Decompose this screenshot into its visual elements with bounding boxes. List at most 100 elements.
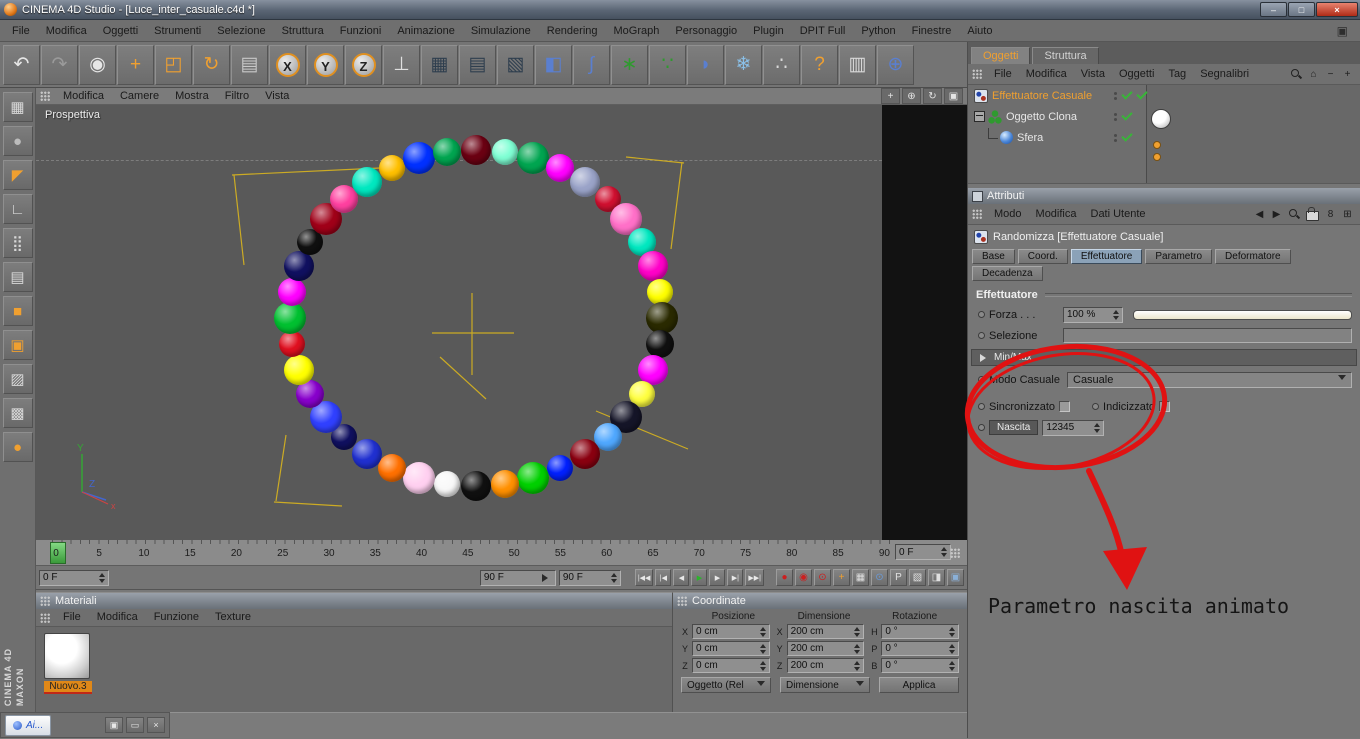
content-browser-icon[interactable]: ▥ [839, 44, 876, 85]
play-button[interactable]: ▶ [691, 569, 708, 586]
clone-sphere[interactable] [646, 302, 678, 334]
enabled-check-icon[interactable] [1121, 130, 1133, 142]
clone-sphere[interactable] [402, 461, 435, 494]
collapse-toggle-icon[interactable] [974, 111, 985, 122]
menu-item[interactable]: Animazione [389, 20, 462, 42]
materials-menu-item[interactable]: Modifica [89, 609, 146, 626]
attribute-tab[interactable]: Effettuatore [1070, 249, 1143, 264]
clone-sphere[interactable] [274, 302, 306, 334]
lock-z-axis-icon[interactable]: Z [345, 44, 382, 85]
timeline-ruler[interactable]: 0 5 10 15 20 25 30 35 40 45 50 55 60 65 70 75 80 85 90 0 F [36, 540, 967, 566]
lock-x-axis-icon[interactable]: X [269, 44, 306, 85]
apply-button[interactable]: Applica [879, 677, 959, 693]
object-manager-menu-item[interactable]: Oggetti [1112, 64, 1161, 84]
undo-icon[interactable]: ↶ [3, 44, 40, 85]
goto-start-button[interactable]: |◀◀ [634, 569, 654, 586]
clone-sphere[interactable] [517, 461, 550, 494]
record-keyframe-button[interactable]: ● [776, 569, 793, 586]
menu-item[interactable]: Plugin [745, 20, 792, 42]
attributes-menu-item[interactable]: Dati Utente [1084, 204, 1153, 224]
minmax-group[interactable]: Min/Max [971, 349, 1357, 366]
deformer-icon[interactable]: ◗ [687, 44, 724, 85]
record-position-button[interactable]: ◉ [795, 569, 812, 586]
viewport[interactable]: Prospettiva Y Z x [36, 105, 967, 540]
last-tool-icon[interactable]: ▤ [231, 44, 268, 85]
coordinates-header[interactable]: Coordinate [673, 593, 967, 609]
layout-grid-icon[interactable]: ▦ [2, 92, 33, 122]
attribute-tab[interactable]: Base [972, 249, 1015, 264]
texture-mode-icon[interactable]: ▨ [2, 364, 33, 394]
home-icon[interactable]: ⌂ [1308, 69, 1319, 80]
timeline-tick-label[interactable]: 25 [277, 548, 288, 559]
materials-header[interactable]: Materiali [36, 593, 672, 609]
menu-item[interactable]: Strumenti [146, 20, 209, 42]
timeline-tick-label[interactable]: 90 [879, 548, 890, 559]
material-tag-icon[interactable] [1151, 109, 1171, 129]
minimize-window-icon[interactable]: ▭ [126, 717, 144, 733]
spinner-arrows-icon[interactable] [941, 547, 947, 557]
lock-y-axis-icon[interactable]: Y [307, 44, 344, 85]
attribute-tab[interactable]: Deformatore [1215, 249, 1291, 264]
record-rotation-button[interactable]: ⊙ [814, 569, 831, 586]
animation-dot-icon[interactable] [978, 403, 985, 410]
clone-sphere[interactable] [284, 354, 315, 385]
help-icon[interactable]: ? [801, 44, 838, 85]
viewport-menu-item[interactable]: Camere [112, 88, 167, 105]
viewport-menu-item[interactable]: Modifica [55, 88, 112, 105]
tag-dot-icon[interactable] [1153, 153, 1161, 161]
spinner-arrows-icon[interactable] [99, 572, 105, 583]
render-marker-button[interactable]: ▧ [909, 569, 926, 586]
pan-view-icon[interactable]: + [881, 88, 900, 104]
attribute-tab[interactable]: Parametro [1145, 249, 1213, 264]
object-manager-menu-item[interactable]: File [987, 64, 1019, 84]
move-tool-icon[interactable]: + [117, 44, 154, 85]
autokey-button[interactable]: + [833, 569, 850, 586]
object-manager-tab[interactable]: Struttura [1032, 47, 1099, 64]
clone-sphere[interactable] [377, 453, 406, 482]
enabled-check-icon[interactable] [1121, 88, 1133, 100]
minimize-button[interactable]: – [1260, 2, 1287, 17]
modo-casuale-select[interactable]: Casuale [1067, 371, 1352, 388]
menu-item[interactable]: Personaggio [667, 20, 745, 42]
size-y-input[interactable]: 200 cm [786, 641, 865, 656]
sincronizzato-checkbox[interactable] [1059, 401, 1071, 412]
rotate-tool-icon[interactable]: ↻ [193, 44, 230, 85]
current-frame-input[interactable]: 0 F [39, 569, 109, 586]
polygons-mode-icon[interactable]: ■ [2, 296, 33, 326]
zoom-view-icon[interactable]: ⊕ [902, 88, 921, 104]
viewport-menu-item[interactable]: Mostra [167, 88, 217, 105]
size-mode-select[interactable]: Dimensione [780, 677, 870, 693]
menu-item[interactable]: Finestre [904, 20, 960, 42]
spinner-arrows-icon[interactable] [1094, 422, 1101, 433]
tree-item-label[interactable]: Oggetto Clona [1006, 111, 1077, 123]
ruler-grip-icon[interactable] [950, 548, 961, 558]
enabled-check-icon[interactable] [1121, 109, 1133, 121]
clone-sphere[interactable] [461, 135, 491, 165]
menu-item[interactable]: Funzioni [332, 20, 390, 42]
spinner-arrows-icon[interactable] [610, 572, 617, 583]
goto-end-button[interactable]: ▶▶| [745, 569, 764, 586]
history-forward-icon[interactable]: ▶ [1271, 209, 1282, 220]
materials-menu-item[interactable]: Funzione [146, 609, 207, 626]
mograph-cloner-icon[interactable]: ∗ [611, 44, 648, 85]
position-y-input[interactable]: 0 cm [692, 641, 770, 656]
timeline-tick-label[interactable]: 15 [185, 548, 196, 559]
animation-dot-icon[interactable] [978, 424, 985, 431]
clone-sphere[interactable] [461, 471, 491, 501]
size-x-input[interactable]: 200 cm [786, 624, 865, 639]
history-back-icon[interactable]: ◀ [1254, 209, 1265, 220]
bookmark-icon[interactable]: 8 [1325, 209, 1336, 220]
lock-icon[interactable] [1306, 207, 1319, 221]
clone-sphere[interactable] [645, 330, 674, 359]
spinner-arrows-icon[interactable] [1113, 309, 1119, 320]
material-name[interactable]: Nuovo.3 [44, 681, 92, 694]
timeline-tick-label[interactable]: 80 [786, 548, 797, 559]
scale-tool-icon[interactable]: ◰ [155, 44, 192, 85]
menu-item[interactable]: Selezione [209, 20, 273, 42]
layout-switch-button[interactable]: ▣ [947, 569, 964, 586]
clone-sphere[interactable] [491, 469, 520, 498]
search-icon[interactable] [1290, 68, 1302, 80]
close-button[interactable]: × [1316, 2, 1358, 17]
prev-frame-button[interactable]: ◀ [673, 569, 690, 586]
clone-sphere[interactable] [547, 454, 574, 481]
